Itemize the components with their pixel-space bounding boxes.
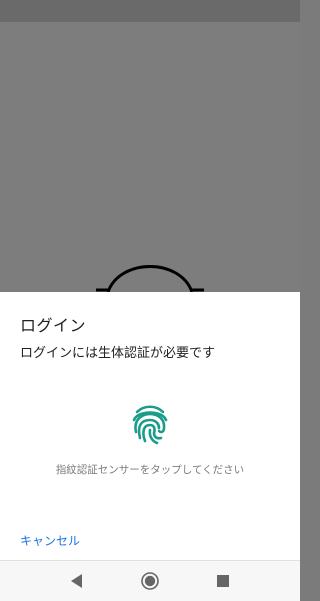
home-circle-icon[interactable] bbox=[140, 571, 160, 591]
cancel-button[interactable]: キャンセル bbox=[20, 532, 80, 549]
dialog-title: ログイン bbox=[20, 316, 87, 335]
recent-square-icon[interactable] bbox=[213, 571, 233, 591]
status-bar bbox=[0, 0, 300, 22]
fingerprint-icon[interactable] bbox=[128, 402, 172, 446]
back-triangle-icon[interactable] bbox=[67, 571, 87, 591]
fingerprint-hint: 指紋認証センサーをタップしてください bbox=[55, 464, 245, 476]
arch-graphic bbox=[96, 265, 204, 292]
navigation-bar bbox=[0, 560, 300, 601]
dialog-subtitle: ログインには生体認証が必要です bbox=[20, 346, 216, 361]
biometric-dialog: ログイン ログインには生体認証が必要です 指紋認証センサーをタップしてください … bbox=[0, 292, 300, 560]
